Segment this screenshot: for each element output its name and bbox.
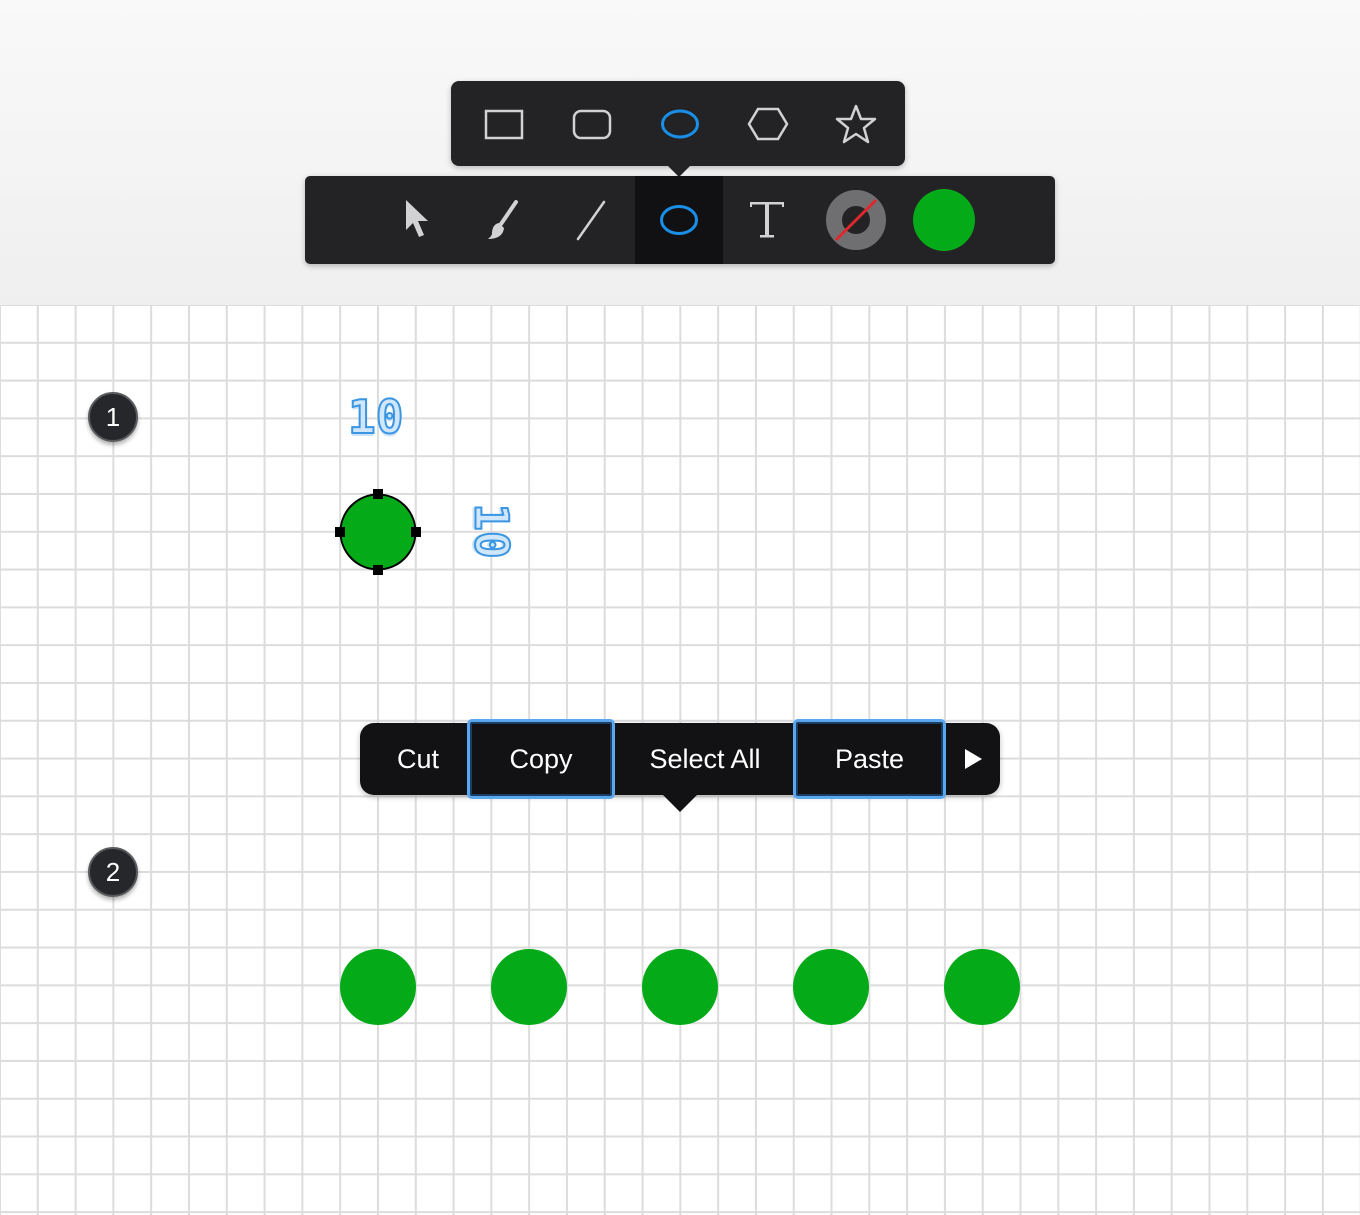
pasted-circle-4[interactable] <box>793 949 869 1025</box>
resize-handle-right[interactable] <box>411 527 421 537</box>
cut-menu-item[interactable]: Cut <box>370 723 466 795</box>
play-arrow-icon <box>965 749 982 769</box>
ellipse-icon <box>660 205 698 235</box>
selected-circle-shape[interactable] <box>335 489 421 575</box>
no-stroke-icon <box>826 190 886 250</box>
arrow-pointer-icon <box>406 200 428 237</box>
pasted-circle-1[interactable] <box>340 949 416 1025</box>
ellipse-icon <box>661 109 699 138</box>
resize-handle-top[interactable] <box>373 489 383 499</box>
ellipse-shape-button[interactable] <box>636 81 724 166</box>
resize-handle-left[interactable] <box>335 527 345 537</box>
hexagon-shape-button[interactable] <box>724 81 812 166</box>
star-shape-button[interactable] <box>812 81 900 166</box>
fill-color-button[interactable] <box>900 176 988 264</box>
brush-icon <box>488 200 518 239</box>
context-menu-caret <box>663 795 697 812</box>
step-badge-1: 1 <box>88 392 138 442</box>
pasted-circle-3[interactable] <box>642 949 718 1025</box>
rounded-rectangle-shape-button[interactable] <box>548 81 636 166</box>
height-dimension-label: 10 <box>464 502 520 559</box>
width-dimension-label: 10 <box>347 390 404 444</box>
hexagon-icon <box>747 107 789 140</box>
resize-handle-bottom[interactable] <box>373 565 383 575</box>
shape-picker-popover <box>451 81 905 177</box>
color-swatch-icon <box>913 189 975 251</box>
circle-shape <box>339 493 417 571</box>
shape-tool-button[interactable] <box>635 176 723 264</box>
select-tool-button[interactable] <box>371 176 459 264</box>
text-icon <box>750 202 784 238</box>
select-all-menu-item[interactable]: Select All <box>616 723 794 795</box>
star-icon <box>835 104 877 143</box>
stroke-color-button[interactable] <box>812 176 900 264</box>
more-menu-button[interactable] <box>946 723 1000 795</box>
brush-tool-button[interactable] <box>459 176 547 264</box>
context-menu: Cut Copy Select All Paste <box>360 719 1000 812</box>
line-icon <box>576 200 606 241</box>
main-toolbar <box>305 176 1055 264</box>
copy-menu-item[interactable]: Copy <box>467 719 615 799</box>
text-tool-button[interactable] <box>723 176 811 264</box>
paste-menu-item[interactable]: Paste <box>793 719 946 799</box>
rectangle-icon <box>484 109 524 139</box>
step-badge-2: 2 <box>88 847 138 897</box>
rounded-rectangle-icon <box>572 109 612 139</box>
line-tool-button[interactable] <box>547 176 635 264</box>
pasted-circle-2[interactable] <box>491 949 567 1025</box>
rectangle-shape-button[interactable] <box>460 81 548 166</box>
pasted-circle-5[interactable] <box>944 949 1020 1025</box>
